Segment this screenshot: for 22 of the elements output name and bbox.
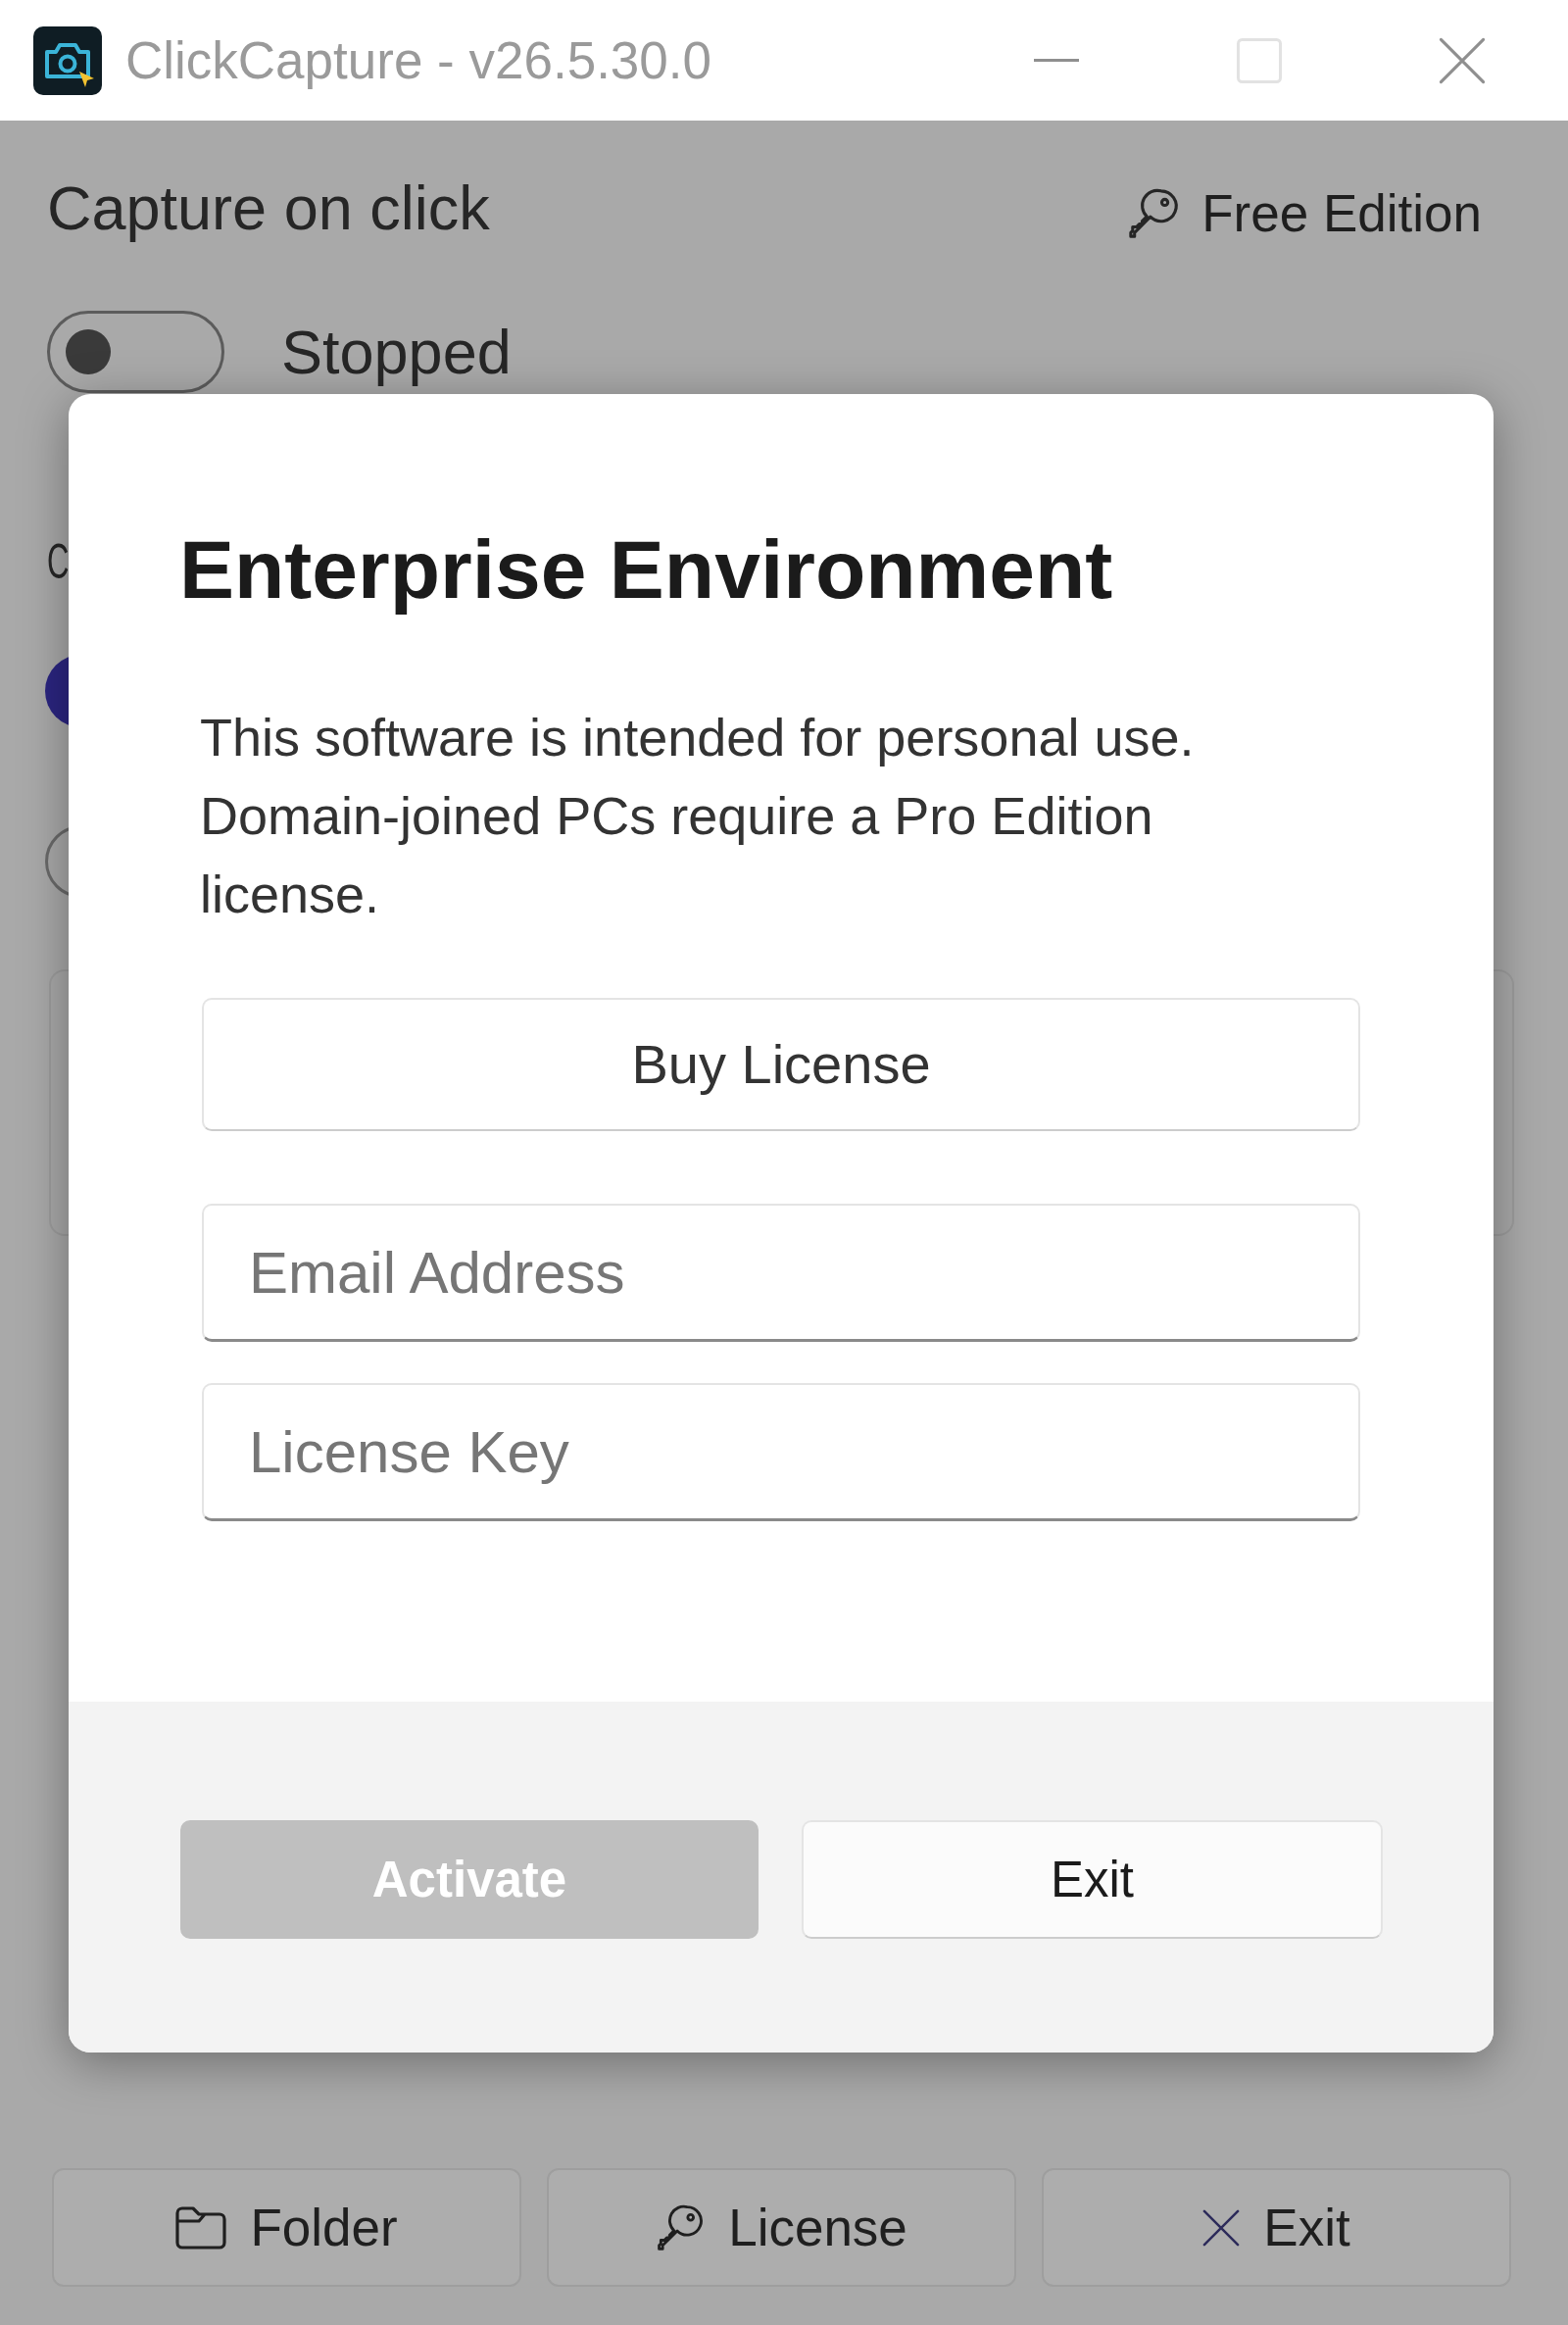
close-icon (1202, 2208, 1241, 2247)
folder-icon (175, 2205, 227, 2250)
license-button[interactable]: License (547, 2168, 1016, 2287)
edition-label: Free Edition (1201, 182, 1482, 244)
email-field[interactable]: Email Address (202, 1204, 1360, 1342)
key-icon (1127, 186, 1181, 240)
window-title: ClickCapture - v26.5.30.0 (125, 29, 711, 91)
folder-button[interactable]: Folder (52, 2168, 521, 2287)
section-title: Capture on click (47, 173, 490, 244)
toggle-label: Stopped (281, 317, 512, 388)
app-icon (33, 25, 102, 95)
maximize-icon (1236, 37, 1282, 83)
license-key-field[interactable]: License Key (202, 1383, 1360, 1521)
minimize-icon (1033, 59, 1079, 62)
key-icon (656, 2202, 706, 2252)
exit-button[interactable]: Exit (802, 1820, 1383, 1939)
exit-button[interactable]: Exit (1042, 2168, 1511, 2287)
close-icon (1438, 36, 1486, 84)
dialog-message: This software is intended for personal use. Domain-joined PCs require a Pro Edition license. (200, 707, 1196, 925)
dialog-title: Enterprise Environment (179, 522, 1113, 618)
section-heading: C (47, 533, 70, 591)
buy-license-button[interactable]: Buy License (202, 998, 1360, 1131)
